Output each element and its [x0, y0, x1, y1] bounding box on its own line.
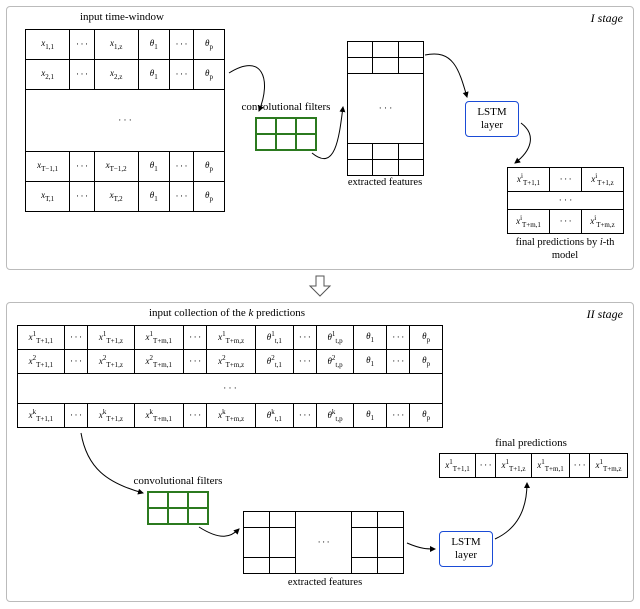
stage1-predictions-matrix: xiT+1,1· · ·xiT+1,z · · · xiT+m,1· · ·xi… [507, 167, 624, 234]
lstm-text-1: LSTM [451, 536, 480, 549]
stage1-extracted-heading: extracted features [337, 177, 433, 190]
table-row [348, 144, 424, 160]
stage2-finalpred-heading: final predictions [461, 437, 601, 449]
stage2-input-heading: input collection of the k predictions [97, 307, 357, 319]
stage2-extracted-features: · · · [243, 511, 404, 574]
stage2-conv-heading: convolutional filters [123, 475, 233, 487]
stage1-conv-heading: convolutional filters [231, 101, 341, 113]
table-row: xT−1,1· · ·xT−1,2θ1· · ·θp [26, 152, 225, 182]
stage2-extracted-heading: extracted features [265, 577, 385, 590]
table-row: xkT+1,1· · ·xkT+1,z xkT+m,1· · ·xkT+m,z … [18, 404, 443, 428]
table-row: x2T+1,1· · ·x2T+1,z x2T+m,1· · ·x2T+m,z … [18, 350, 443, 374]
conv-filter-icon [255, 117, 317, 151]
stage-2-panel: II stage input collection of the k predi… [6, 302, 634, 602]
lstm-text-2: layer [481, 119, 503, 132]
table-row [348, 58, 424, 74]
lstm-text-1: LSTM [477, 106, 506, 119]
stage1-input-heading: input time-window [47, 11, 197, 23]
stage-2-label: II stage [587, 307, 623, 322]
stage1-input-matrix: x1,1· · ·x1,zθ1· · ·θp x2,1· · ·x2,zθ1· … [25, 29, 225, 212]
lstm-layer-box: LSTM layer [465, 101, 519, 137]
table-row: x2,1· · ·x2,zθ1· · ·θp [26, 60, 225, 90]
stage-1-label: I stage [591, 11, 623, 26]
table-row: xT,1· · ·xT,2θ1· · ·θp [26, 182, 225, 212]
stage2-final-predictions: x1T+1,1· · ·x1T+1,z x1T+m,1· · ·x1T+m,z [439, 453, 628, 478]
table-row: · · · [26, 90, 225, 152]
conv-filter-icon [147, 491, 209, 525]
table-row: · · · [244, 512, 404, 528]
down-arrow-between-stages [308, 274, 332, 298]
table-row: xiT+1,1· · ·xiT+1,z [508, 168, 624, 192]
table-row: x1T+1,1· · ·x1T+1,z x1T+m,1· · ·x1T+m,z [440, 454, 628, 478]
lstm-layer-box: LSTM layer [439, 531, 493, 567]
table-row [348, 42, 424, 58]
lstm-text-2: layer [455, 549, 477, 562]
stage2-input-matrix: x1T+1,1· · ·x1T+1,z x1T+m,1· · ·x1T+m,z … [17, 325, 443, 428]
table-row: x1T+1,1· · ·x1T+1,z x1T+m,1· · ·x1T+m,z … [18, 326, 443, 350]
stage-1-panel: I stage input time-window x1,1· · ·x1,zθ… [6, 6, 634, 270]
table-row: x1,1· · ·x1,zθ1· · ·θp [26, 30, 225, 60]
stage1-extracted-features: · · · [347, 41, 424, 176]
table-row: xiT+m,1· · ·xiT+m,z [508, 210, 624, 234]
table-row: · · · [18, 374, 443, 404]
table-row [348, 160, 424, 176]
table-row: · · · [348, 74, 424, 144]
stage1-finalpred-heading: final predictions by i-thmodel [505, 237, 625, 262]
table-row: · · · [508, 192, 624, 210]
